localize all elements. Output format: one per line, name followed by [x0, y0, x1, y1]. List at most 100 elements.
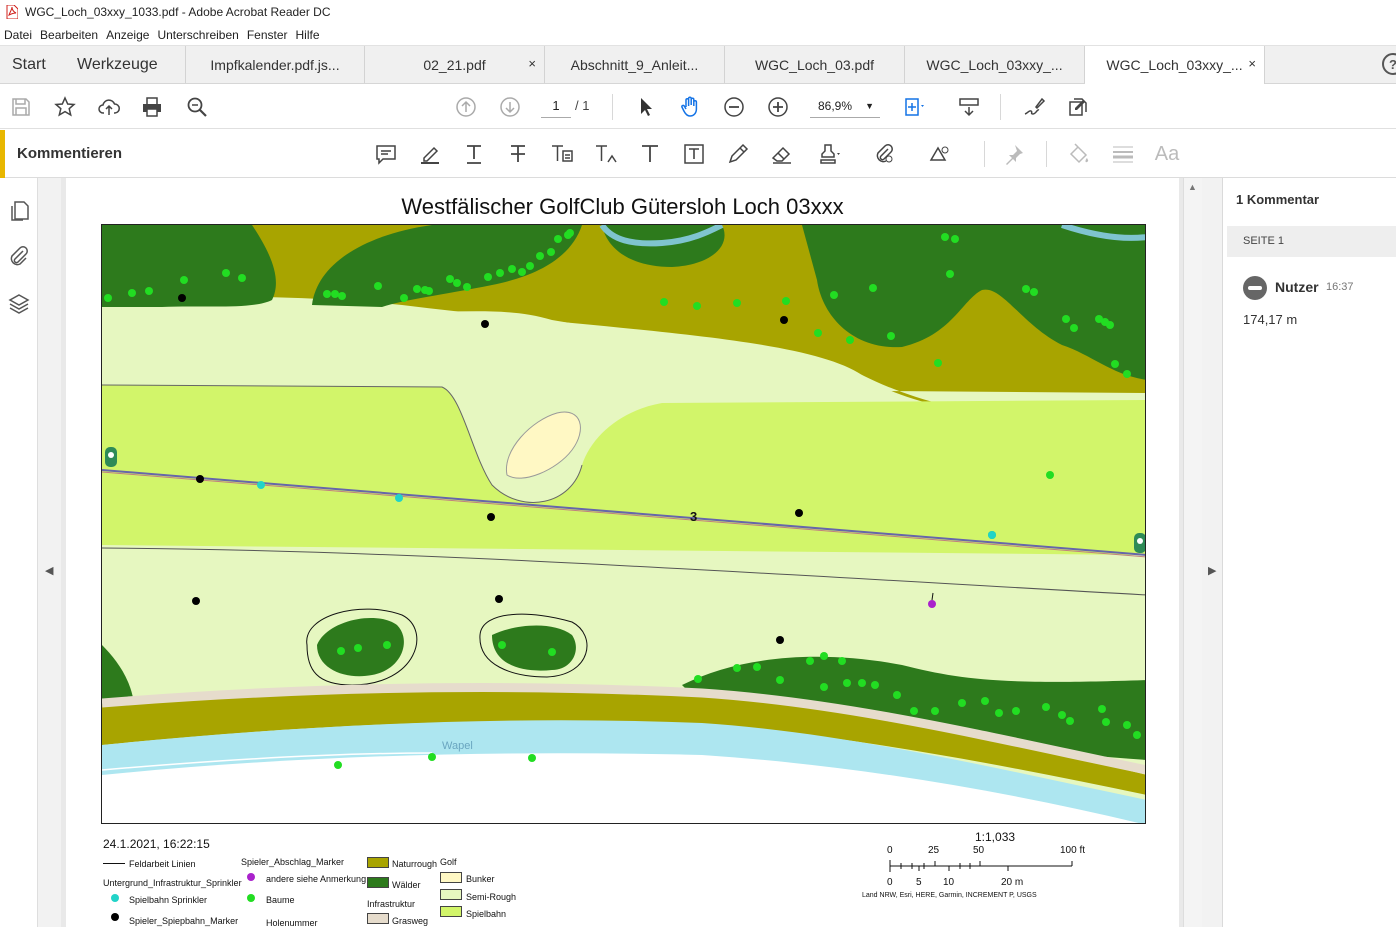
tree-point[interactable] [887, 332, 895, 340]
eraser-icon[interactable] [769, 141, 795, 167]
vertical-scrollbar[interactable]: ▲ [1183, 178, 1202, 927]
tree-point[interactable] [180, 276, 188, 284]
tree-point[interactable] [1066, 717, 1074, 725]
attachments-icon[interactable] [8, 246, 30, 268]
tree-point[interactable] [518, 268, 526, 276]
tree-point[interactable] [536, 252, 544, 260]
tree-point[interactable] [733, 299, 741, 307]
zoom-out-icon[interactable] [721, 94, 747, 120]
help-icon[interactable]: ? [1382, 53, 1396, 75]
tree-point[interactable] [425, 287, 433, 295]
tree-point[interactable] [238, 274, 246, 282]
tree-point[interactable] [830, 291, 838, 299]
tree-point[interactable] [951, 235, 959, 243]
tree-point[interactable] [733, 664, 741, 672]
tree-point[interactable] [547, 248, 555, 256]
tree-point[interactable] [354, 644, 362, 652]
save-icon[interactable] [8, 94, 34, 120]
tree-point[interactable] [820, 683, 828, 691]
tree-point[interactable] [1058, 711, 1066, 719]
page-number-input[interactable]: 1 [541, 94, 571, 118]
tree-point[interactable] [814, 329, 822, 337]
collapse-left-pane[interactable]: ◀ [38, 178, 61, 927]
tree-point[interactable] [1012, 707, 1020, 715]
tree-point[interactable] [548, 648, 556, 656]
tree-point[interactable] [869, 284, 877, 292]
pin-icon[interactable] [1001, 141, 1027, 167]
select-cursor-icon[interactable] [633, 94, 659, 120]
tree-point[interactable] [820, 652, 828, 660]
tree-point[interactable] [1070, 324, 1078, 332]
page-up-icon[interactable] [453, 94, 479, 120]
fairway-marker-point[interactable] [795, 509, 803, 517]
tree-point[interactable] [334, 761, 342, 769]
tree-point[interactable] [453, 279, 461, 287]
tree-point[interactable] [995, 709, 1003, 717]
fairway-marker-point[interactable] [487, 513, 495, 521]
tree-point[interactable] [496, 269, 504, 277]
replace-text-icon[interactable] [549, 141, 575, 167]
comment-text[interactable]: 174,17 m [1243, 312, 1297, 327]
shapes-icon[interactable] [927, 141, 953, 167]
highlight-icon[interactable] [417, 141, 443, 167]
tree-point[interactable] [776, 676, 784, 684]
tree-point[interactable] [1062, 315, 1070, 323]
menu-datei[interactable]: Datei [0, 28, 36, 42]
tree-point[interactable] [934, 359, 942, 367]
tree-point[interactable] [1030, 288, 1038, 296]
layers-icon[interactable] [8, 293, 30, 315]
fairway-marker-point[interactable] [495, 595, 503, 603]
tree-point[interactable] [498, 641, 506, 649]
zoom-level-select[interactable]: 86,9% ▼ [810, 94, 880, 118]
fairway-marker-point[interactable] [196, 475, 204, 483]
pages-icon[interactable] [8, 200, 30, 222]
fit-page-icon[interactable] [901, 94, 927, 120]
tree-point[interactable] [1123, 721, 1131, 729]
tree-point[interactable] [893, 691, 901, 699]
tree-point[interactable] [871, 681, 879, 689]
tab-wgc-loch-03xxy-a[interactable]: WGC_Loch_03xxy_... [905, 46, 1085, 83]
page-down-icon[interactable] [497, 94, 523, 120]
tree-point[interactable] [374, 282, 382, 290]
pencil-icon[interactable] [725, 141, 751, 167]
attach-file-icon[interactable] [871, 141, 897, 167]
fairway-marker-point[interactable] [178, 294, 186, 302]
tree-point[interactable] [331, 290, 339, 298]
tree-point[interactable] [128, 289, 136, 297]
nav-tools[interactable]: Werkzeuge [77, 46, 158, 83]
insert-text-icon[interactable] [593, 141, 619, 167]
tab-abschnitt[interactable]: Abschnitt_9_Anleit... [545, 46, 725, 83]
menu-bearbeiten[interactable]: Bearbeiten [36, 28, 102, 42]
sprinkler-point[interactable] [395, 494, 403, 502]
tab-02-21[interactable]: 02_21.pdf × [365, 46, 545, 83]
tree-point[interactable] [338, 292, 346, 300]
tree-point[interactable] [858, 679, 866, 687]
comment-page-header[interactable]: SEITE 1 [1227, 226, 1396, 257]
nav-start[interactable]: Start [12, 46, 46, 83]
tree-point[interactable] [446, 275, 454, 283]
add-text-icon[interactable] [637, 141, 663, 167]
tree-point[interactable] [1098, 705, 1106, 713]
tree-point[interactable] [383, 641, 391, 649]
tree-point[interactable] [958, 699, 966, 707]
fairway-marker-point[interactable] [481, 320, 489, 328]
tree-point[interactable] [846, 336, 854, 344]
menu-hilfe[interactable]: Hilfe [292, 28, 324, 42]
upload-cloud-icon[interactable] [96, 94, 122, 120]
tree-point[interactable] [566, 229, 574, 237]
tab-wgc-loch-03[interactable]: WGC_Loch_03.pdf [725, 46, 905, 83]
sticky-note-icon[interactable] [373, 141, 399, 167]
close-icon[interactable]: × [1248, 56, 1256, 71]
tree-point[interactable] [413, 285, 421, 293]
tree-point[interactable] [1133, 731, 1141, 739]
annotation-dot[interactable] [928, 600, 936, 608]
tree-point[interactable] [337, 647, 345, 655]
tree-point[interactable] [145, 287, 153, 295]
font-tool[interactable]: Aa [1154, 141, 1180, 167]
fairway-marker-point[interactable] [192, 597, 200, 605]
tree-point[interactable] [693, 302, 701, 310]
close-icon[interactable]: × [528, 56, 536, 71]
tree-point[interactable] [104, 294, 112, 302]
tree-point[interactable] [400, 294, 408, 302]
tree-point[interactable] [981, 697, 989, 705]
